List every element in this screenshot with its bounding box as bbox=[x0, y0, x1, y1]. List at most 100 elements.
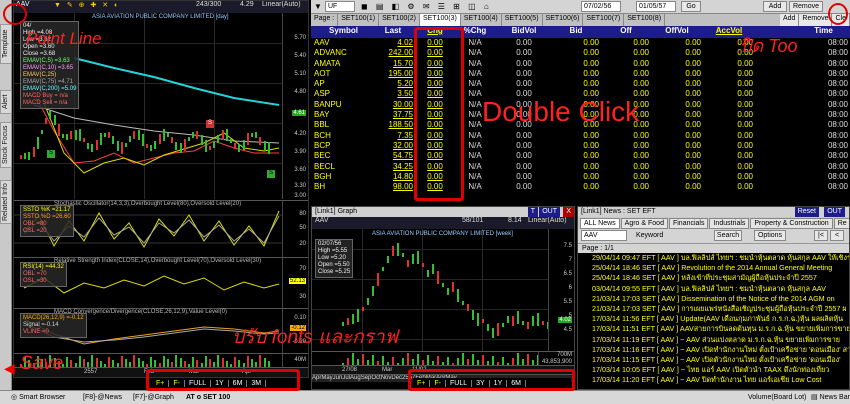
sidebar-tab-alert[interactable]: Alert bbox=[0, 90, 12, 114]
table-cell: 0.00 bbox=[737, 79, 753, 89]
stochastic-panel: Stochastic Oscillator(14,3,3),Overbought… bbox=[14, 200, 308, 257]
volume-bar bbox=[347, 358, 349, 365]
news-item[interactable]: 25/04/14 18:46 SET [ AAV ] หลังเข้าที่ปร… bbox=[592, 273, 849, 283]
candle bbox=[457, 288, 459, 302]
news-item[interactable]: 17/03/14 11:51 EFT [ AAV ] AAVสายการบินล… bbox=[592, 324, 849, 334]
tab-set100-4[interactable]: SET100(4) bbox=[461, 14, 502, 26]
smart-browser-button[interactable]: ◎ Smart Browser bbox=[8, 392, 68, 404]
symbol-input[interactable] bbox=[325, 1, 355, 12]
news-item[interactable]: 29/04/14 09:47 EFT [ AAV ] บล.ฟิลลิปส์ ไ… bbox=[592, 253, 849, 263]
news-symbol-input[interactable] bbox=[581, 230, 627, 241]
news-tab-re[interactable]: Re bbox=[833, 218, 849, 229]
col-bidvol[interactable]: BidVol bbox=[495, 26, 553, 38]
news-tab-financials[interactable]: Financials bbox=[668, 218, 709, 229]
cell-symbol: AAV bbox=[314, 38, 330, 47]
news-tab-all[interactable]: ALL News bbox=[580, 218, 620, 229]
news-search-button[interactable]: Search bbox=[714, 230, 742, 241]
add-button[interactable]: Add bbox=[763, 1, 787, 12]
table-row[interactable]: AP 5.20 0.00 N/A 0.00 0.00 0.00 0.00 0.00 08:00 bbox=[311, 79, 850, 89]
graph-shortcut-button[interactable]: [F7]-@Graph bbox=[130, 392, 177, 404]
table-row[interactable]: BGH 14.80 0.00 N/A 0.00 0.00 0.00 0.00 0.00 08:00 bbox=[311, 172, 850, 182]
col-off[interactable]: Off bbox=[603, 26, 653, 38]
table-cell: 0.00 bbox=[633, 79, 649, 89]
tab-set100-8[interactable]: SET100(8) bbox=[624, 14, 666, 26]
news-options-button[interactable]: Options bbox=[754, 230, 786, 241]
cell-symbol: BAY bbox=[314, 110, 330, 120]
col-bid[interactable]: Bid bbox=[553, 26, 603, 38]
table-cell: 0.00 bbox=[685, 68, 701, 78]
col-last[interactable]: Last bbox=[373, 26, 415, 38]
news-tab-agro[interactable]: Agro & Food bbox=[620, 218, 668, 229]
table-row[interactable]: AOT 195.00 0.00 N/A 0.00 0.00 0.00 0.00 0.00 08:0… bbox=[311, 69, 850, 79]
candle bbox=[95, 140, 98, 151]
toolbar-icons[interactable]: ◼ ▤ ◧ ⚙ ✉ ☰ ⊞ ◫ ⌂ bbox=[361, 2, 492, 11]
sidebar-tab-template[interactable]: Template bbox=[0, 24, 12, 64]
table-cell: 08:00 bbox=[827, 48, 848, 58]
table-row[interactable]: BCP 32.00 0.00 N/A 0.00 0.00 0.00 0.00 0.00 08:00 bbox=[311, 141, 850, 151]
graph-close-button[interactable]: X bbox=[563, 207, 574, 217]
graph-t-button[interactable]: T bbox=[527, 207, 538, 217]
tab-set100-2[interactable]: SET100(2) bbox=[379, 14, 420, 26]
news-shortcut-button[interactable]: [F8]-@News bbox=[80, 392, 125, 404]
news-item[interactable]: 17/03/14 11:16 EFT [ AAV ] ~ AAV เปิดทำน… bbox=[592, 345, 849, 355]
volume-bar bbox=[91, 355, 94, 367]
candle bbox=[20, 155, 22, 159]
date-to-input[interactable] bbox=[636, 1, 676, 12]
sidebar-tab-related-info[interactable]: Related Info bbox=[0, 180, 12, 224]
chart-scale-mode[interactable]: Linear(Auto) bbox=[262, 1, 301, 8]
news-tab-property[interactable]: Property & Construction bbox=[750, 218, 833, 229]
cell-symbol: ASP bbox=[314, 89, 331, 99]
table-row[interactable]: BEC 54.75 0.00 N/A 0.00 0.00 0.00 0.00 0.00 08:00 bbox=[311, 151, 850, 161]
news-tab-industrials[interactable]: Industrials bbox=[709, 218, 750, 229]
news-bar-button[interactable]: ▤ News Bar bbox=[808, 392, 850, 404]
tab-set100-6[interactable]: SET100(6) bbox=[543, 14, 584, 26]
candle bbox=[267, 142, 270, 155]
graph-scale[interactable]: Linear(Auto) bbox=[528, 217, 567, 224]
news-prev-button[interactable]: |< bbox=[814, 230, 828, 241]
news-item[interactable]: 21/03/14 17:03 SET [ AAV ] การเผยแพร่หนั… bbox=[592, 304, 849, 314]
news-item[interactable]: 17/03/14 11:56 EFT [ AAV ] Update(AAV เด… bbox=[592, 314, 849, 324]
volume-bar bbox=[462, 353, 464, 365]
col-time[interactable]: Time bbox=[799, 26, 850, 38]
news-item[interactable]: 17/03/14 11:15 EFT [ AAV ] ~ AAV เปิดตัว… bbox=[592, 355, 849, 365]
chart-tool-icons[interactable]: ▼ ✎ ⊕ ✚ ✕ ◐ bbox=[54, 1, 120, 9]
tab-set100-7[interactable]: SET100(7) bbox=[583, 14, 625, 26]
news-item[interactable]: 21/03/14 17:03 SET [ AAV ] Dissemination… bbox=[592, 294, 849, 304]
table-row[interactable]: BCH 7.35 0.00 N/A 0.00 0.00 0.00 0.00 0.00 08:00 bbox=[311, 131, 850, 141]
volume-bar bbox=[137, 358, 140, 367]
news-out-button[interactable]: OUT bbox=[824, 207, 845, 217]
table-cell: 0.00 bbox=[633, 68, 649, 78]
tab-set100-5[interactable]: SET100(5) bbox=[502, 14, 543, 26]
table-row[interactable]: BH 98.00 0.00 N/A 0.00 0.00 0.00 0.00 0.00 08:00 bbox=[311, 182, 850, 192]
col-symbol[interactable]: Symbol bbox=[311, 26, 373, 38]
sidebar-tab-stock-focus[interactable]: Stock Focus bbox=[0, 122, 12, 168]
news-pane: [Link1] News : SET EFT Reset OUT ALL New… bbox=[577, 206, 850, 390]
col-offvol[interactable]: OffVol bbox=[653, 26, 705, 38]
news-category-tabs: ALL News Agro & Food Financials Industrials… bbox=[578, 217, 849, 229]
news-item[interactable]: 25/04/14 18:46 SET [ AAV ] Revolution of… bbox=[592, 263, 849, 273]
add-column-button[interactable]: Add bbox=[779, 14, 800, 26]
go-button[interactable]: Go bbox=[681, 1, 701, 12]
news-item[interactable]: 17/03/14 11:20 EFT [ AAV ] ~ AAV ปิดทำนั… bbox=[592, 375, 849, 385]
graph-out-button[interactable]: OUT bbox=[539, 207, 560, 217]
graph-symbol[interactable]: AAV bbox=[315, 217, 329, 224]
cell-symbol: BCH bbox=[314, 130, 331, 140]
news-item[interactable]: 17/03/14 10:05 EFT [ AAV ] ~ ไทย แอร์ AA… bbox=[592, 365, 849, 375]
news-reset-button[interactable]: Reset bbox=[794, 207, 819, 217]
date-from-input[interactable] bbox=[581, 1, 621, 12]
table-cell: 98.00 bbox=[392, 182, 413, 192]
cell-symbol: AMATA bbox=[314, 58, 341, 68]
tab-set100-1[interactable]: SET100(1) bbox=[338, 14, 380, 26]
tab-set100-3[interactable]: SET100(3) bbox=[419, 14, 461, 26]
table-row[interactable]: BECL 34.25 0.00 N/A 0.00 0.00 0.00 0.00 0.00 08:0… bbox=[311, 162, 850, 172]
macd-info: MACD(26,12,9) =-0.12 Signal =-0.14 VLINE… bbox=[20, 313, 87, 338]
news-item[interactable]: 17/03/14 11:19 EFT [ AAV ] ~ AAV ส่วนแบ่… bbox=[592, 335, 849, 345]
news-item[interactable]: 03/04/14 09:55 EFT [ AAV ] บล.ฟิลลิปส์ ไ… bbox=[592, 284, 849, 294]
volume-bar bbox=[482, 355, 484, 365]
news-back-button[interactable]: < bbox=[830, 230, 844, 241]
table-cell bbox=[757, 110, 799, 120]
candle bbox=[492, 328, 494, 338]
table-cell: 0.00 bbox=[633, 38, 649, 47]
remove-button[interactable]: Remove bbox=[789, 1, 823, 12]
table-row[interactable]: AMATA 15.70 0.00 N/A 0.00 0.00 0.00 0.00 0.00 08:… bbox=[311, 59, 850, 69]
